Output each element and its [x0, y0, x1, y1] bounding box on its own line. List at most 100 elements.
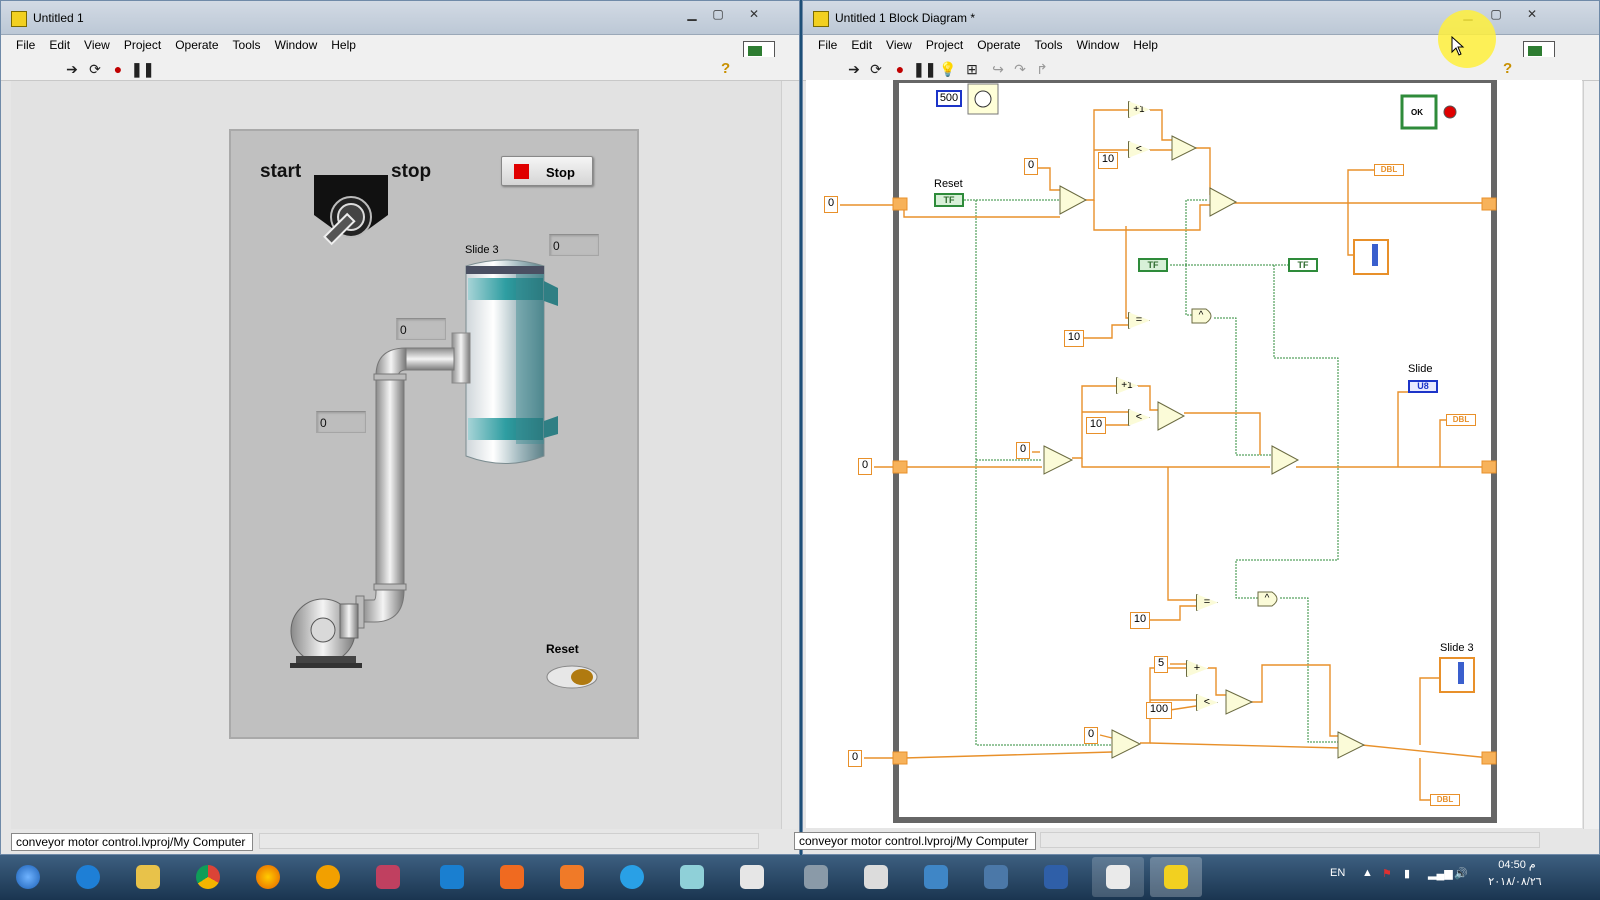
start-button[interactable]	[2, 857, 54, 897]
and-node-2[interactable]: ^	[1259, 592, 1275, 606]
dbl-indicator-2[interactable]: DBL	[1446, 414, 1476, 426]
app-gear-icon[interactable]	[790, 857, 842, 897]
zero-constant-2[interactable]: 0	[1016, 442, 1030, 459]
run-arrow-icon[interactable]: ➔	[845, 60, 863, 78]
menu-tools[interactable]: Tools	[1028, 35, 1070, 52]
app-blue-2-icon[interactable]	[970, 857, 1022, 897]
zero-constant-3[interactable]: 0	[1084, 727, 1098, 744]
internet-explorer-icon[interactable]	[62, 857, 114, 897]
menu-window[interactable]: Window	[268, 35, 325, 52]
chrome-icon[interactable]	[182, 857, 234, 897]
volume-icon[interactable]: 🔊	[1454, 867, 1468, 880]
run-continuously-icon[interactable]: ⟳	[86, 60, 104, 78]
menu-project[interactable]: Project	[919, 35, 970, 52]
reset-boolean-terminal[interactable]: TF	[934, 193, 964, 207]
block-diagram-title: Untitled 1 Block Diagram *	[835, 11, 976, 25]
labview-task[interactable]	[1150, 857, 1202, 897]
switch-boolean-terminal[interactable]: TF	[1138, 258, 1168, 272]
context-help-icon[interactable]: ?	[721, 60, 730, 77]
stop-button-label: Stop	[546, 165, 575, 180]
dbl-indicator-1[interactable]: DBL	[1374, 164, 1404, 176]
reset-button[interactable]	[546, 665, 598, 689]
network-icon[interactable]: ▂▄▆	[1428, 867, 1453, 880]
front-panel-vertical-scrollbar[interactable]	[781, 81, 797, 829]
tray-up-arrow-icon[interactable]: ▲	[1362, 867, 1373, 879]
retain-wire-values-icon[interactable]: ⊞	[963, 60, 981, 78]
front-panel-window: Untitled 1 ▁ ▢ ✕ File Edit View Project Oper…	[0, 0, 800, 855]
menu-operate[interactable]: Operate	[168, 35, 225, 52]
front-panel-titlebar[interactable]: Untitled 1 ▁ ▢ ✕	[1, 1, 799, 35]
menu-file[interactable]: File	[811, 35, 844, 52]
file-explorer-icon[interactable]	[122, 857, 174, 897]
ten-constant-4[interactable]: 10	[1130, 612, 1150, 629]
paint-icon[interactable]	[362, 857, 414, 897]
init-constant-3[interactable]: 0	[848, 750, 862, 767]
slide-u8-terminal[interactable]: U8	[1408, 380, 1438, 393]
front-panel-horizontal-scrollbar[interactable]	[259, 833, 759, 849]
sync-app-icon[interactable]	[606, 857, 658, 897]
ten-constant-3[interactable]: 10	[1086, 417, 1106, 434]
menu-file[interactable]: File	[9, 35, 42, 52]
step-out-icon[interactable]: ↱	[1033, 60, 1051, 78]
app-grid-icon[interactable]	[1030, 857, 1082, 897]
and-node-1[interactable]: ^	[1193, 309, 1209, 323]
start-stop-switch[interactable]	[306, 173, 396, 253]
block-diagram-vertical-scrollbar[interactable]	[1583, 81, 1599, 829]
menu-edit[interactable]: Edit	[844, 35, 879, 52]
close-button[interactable]: ✕	[1519, 5, 1545, 23]
power-icon[interactable]: ▮	[1404, 867, 1410, 880]
action-center-flag-icon[interactable]: ⚑	[1382, 867, 1392, 880]
menu-window[interactable]: Window	[1070, 35, 1127, 52]
slide3-label: Slide 3	[465, 244, 499, 256]
pause-icon[interactable]: ❚❚	[131, 60, 154, 78]
abort-icon[interactable]: ●	[109, 60, 127, 78]
dbl-indicator-3[interactable]: DBL	[1430, 794, 1460, 806]
clock-date[interactable]: ٢٠١٨/٠٨/٢٦	[1480, 875, 1550, 888]
menu-tools[interactable]: Tools	[226, 35, 268, 52]
app-teal-icon[interactable]	[666, 857, 718, 897]
clock-time[interactable]: 04:50 م	[1484, 858, 1550, 871]
context-help-icon[interactable]: ?	[1503, 60, 1512, 77]
screen-recorder-icon[interactable]	[726, 857, 778, 897]
wait-500-constant[interactable]: 500	[936, 90, 962, 107]
five-constant[interactable]: 5	[1154, 656, 1168, 673]
firefox-icon[interactable]	[242, 857, 294, 897]
menu-help[interactable]: Help	[324, 35, 363, 52]
app-blue-icon[interactable]	[910, 857, 962, 897]
labview-app-icon	[813, 11, 829, 27]
stop-button[interactable]: Stop	[501, 156, 593, 186]
factory-studio-icon[interactable]	[426, 857, 478, 897]
app-orange-icon[interactable]	[486, 857, 538, 897]
stop-button-terminal[interactable]: OK	[1404, 108, 1430, 117]
ten-constant-1[interactable]: 10	[1098, 152, 1118, 169]
menu-project[interactable]: Project	[117, 35, 168, 52]
menu-view[interactable]: View	[879, 35, 919, 52]
windows-taskbar: EN ▲ ⚑ ▮ ▂▄▆ 🔊 04:50 م ٢٠١٨/٠٨/٢٦	[0, 855, 1600, 900]
step-into-icon[interactable]: ↪	[989, 60, 1007, 78]
menu-operate[interactable]: Operate	[970, 35, 1027, 52]
hundred-constant[interactable]: 100	[1146, 702, 1172, 719]
abort-icon[interactable]: ●	[891, 60, 909, 78]
minimize-button[interactable]: ▁	[679, 5, 705, 23]
media-player-icon[interactable]	[302, 857, 354, 897]
menu-edit[interactable]: Edit	[42, 35, 77, 52]
block-diagram-horizontal-scrollbar[interactable]	[1040, 832, 1540, 848]
menu-view[interactable]: View	[77, 35, 117, 52]
zero-constant-1[interactable]: 0	[1024, 158, 1038, 175]
init-constant-1[interactable]: 0	[824, 196, 838, 213]
run-continuously-icon[interactable]: ⟳	[867, 60, 885, 78]
boolean-indicator-terminal[interactable]: TF	[1288, 258, 1318, 272]
close-button[interactable]: ✕	[741, 5, 767, 23]
menu-help[interactable]: Help	[1126, 35, 1165, 52]
ten-constant-2[interactable]: 10	[1064, 330, 1084, 347]
pause-icon[interactable]: ❚❚	[913, 60, 936, 78]
labview-block-diagram-task[interactable]	[1092, 857, 1144, 897]
language-indicator[interactable]: EN	[1330, 867, 1345, 879]
highlight-execution-icon[interactable]: 💡	[939, 60, 957, 78]
screen-capture-icon[interactable]	[546, 857, 598, 897]
maximize-button[interactable]: ▢	[705, 5, 731, 23]
init-constant-2[interactable]: 0	[858, 458, 872, 475]
step-over-icon[interactable]: ↷	[1011, 60, 1029, 78]
run-arrow-icon[interactable]: ➔	[63, 60, 81, 78]
film-app-icon[interactable]	[850, 857, 902, 897]
